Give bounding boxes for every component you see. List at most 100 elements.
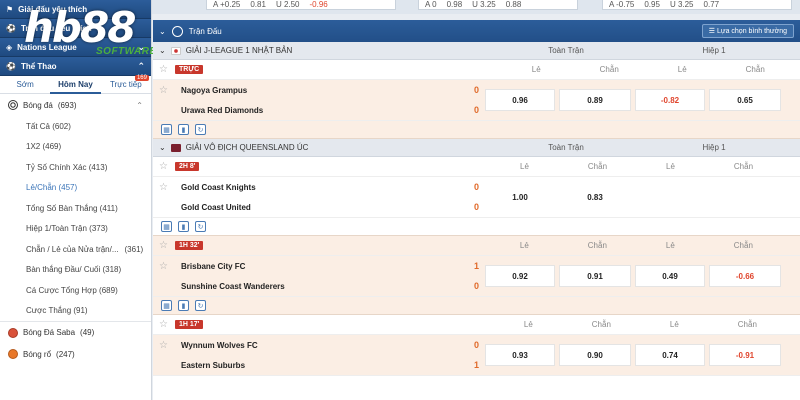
odds-h1-even[interactable]: 0.65 (709, 89, 781, 111)
odds-area: 0.96 0.89 -0.82 0.65 (483, 80, 800, 120)
col-first-half: Hiệp 1 (702, 143, 726, 152)
odds-h1-odd[interactable]: -0.82 (635, 89, 705, 111)
bet-type-mix-parlay[interactable]: Cá Cược Tổng Hợp (689) (0, 280, 151, 301)
match-row: ☆ Nagoya Grampus 0 Urawa Red Diamonds 0 … (153, 80, 800, 121)
bet-type-all[interactable]: Tất Cả (602) (0, 116, 151, 137)
odds-ft-even[interactable]: 0.91 (559, 265, 631, 287)
league-header[interactable]: ⌄ GIẢI VÔ ĐỊCH QUEENSLAND ÚC Toàn Trận H… (153, 139, 800, 157)
stats-icon[interactable]: ▦ (161, 221, 172, 232)
top-odds-card-3[interactable]: A -0.75 0.95 U 3.25 0.77 (602, 0, 792, 10)
star-icon[interactable]: ☆ (159, 64, 171, 75)
home-team-name: Nagoya Grampus (181, 85, 248, 95)
odds-ft-odd[interactable]: 0.96 (485, 89, 555, 111)
sport-label: Bóng Đá Saba (23, 328, 76, 337)
chart-icon[interactable]: ▮ (178, 300, 189, 311)
league-name-group: ⌄ GIẢI J-LEAGUE 1 NHẬT BẢN (153, 46, 493, 55)
match-status-row: ☆ 1H 17' Lẻ Chẵn Lẻ Chẵn (153, 315, 800, 335)
match-status-badge: 2H 8' (175, 162, 200, 171)
home-team-name: Brisbane City FC (181, 261, 246, 271)
star-icon[interactable]: ☆ (159, 261, 171, 272)
view-select-button[interactable]: ☰ Lựa chọn bình thường (701, 24, 794, 38)
time-tabs: Sớm Hôm Nay Trực tiếp 169 (0, 75, 151, 94)
sport-soccer[interactable]: Bóng đá (693) ⌃ (0, 94, 151, 116)
odds-value: 0.95 (644, 0, 660, 9)
league-header[interactable]: ⌄ GIẢI J-LEAGUE 1 NHẬT BẢN Toàn Trận Hiệ… (153, 42, 800, 60)
star-icon[interactable]: ☆ (159, 340, 171, 351)
odds-ft-odd[interactable]: 0.92 (485, 265, 555, 287)
chevron-down-icon: ⌄ (159, 46, 166, 55)
clock-icon (171, 25, 183, 37)
sport-basketball[interactable]: Bóng rổ (247) (0, 343, 151, 365)
home-score: 0 (473, 85, 479, 95)
col-full-match: Toàn Trận (548, 143, 584, 152)
odds-h1-even[interactable]: -0.66 (709, 265, 781, 287)
odds-ft-even[interactable]: 0.90 (559, 344, 631, 366)
col-odd: Lẻ (677, 65, 687, 74)
home-team-name: Wynnum Wolves FC (181, 340, 258, 350)
odds-area: 1.00 0.83 (483, 177, 800, 217)
home-team-row: ☆ Gold Coast Knights 0 (153, 177, 483, 197)
japan-flag-icon (170, 46, 181, 55)
odds-ft-even[interactable]: 0.83 (559, 186, 631, 208)
match-status-row: ☆ 1H 32' Lẻ Chẵn Lẻ Chẵn (153, 236, 800, 256)
col-even: Chẵn (733, 241, 753, 250)
top-odds-card-2[interactable]: A 0 0.98 U 3.25 0.88 (418, 0, 578, 10)
away-team-row: Sunshine Coast Wanderers 0 (153, 276, 483, 296)
bet-type-outright[interactable]: Cược Thắng (91) (0, 301, 151, 322)
home-team-row: ☆ Nagoya Grampus 0 (153, 80, 483, 100)
stats-icon[interactable]: ▦ (161, 124, 172, 135)
refresh-icon[interactable]: ↻ (195, 124, 206, 135)
bet-type-1x2[interactable]: 1X2 (469) (0, 137, 151, 158)
sport-count: (693) (57, 100, 77, 110)
odds-h1-odd[interactable]: 0.74 (635, 344, 705, 366)
odds-ft-odd[interactable]: 0.93 (485, 344, 555, 366)
chart-icon[interactable]: ▮ (178, 124, 189, 135)
tab-today[interactable]: Hôm Nay (50, 76, 101, 94)
odds-value: 0.81 (250, 0, 266, 9)
refresh-icon[interactable]: ↻ (195, 300, 206, 311)
match-status-badge: TRỰC (175, 65, 204, 74)
main-panel: ⌄ Trận Đấu ☰ Lựa chọn bình thường ⌄ GIẢI… (153, 20, 800, 400)
star-icon[interactable]: ☆ (159, 182, 171, 193)
page-title: Trận Đấu (188, 26, 222, 36)
odds-h1-even[interactable]: -0.91 (709, 344, 781, 366)
top-odds-card-1[interactable]: A +0.25 0.81 U 2.50 -0.96 (206, 0, 396, 10)
refresh-icon[interactable]: ↻ (195, 221, 206, 232)
star-icon[interactable]: ☆ (159, 85, 171, 96)
soccer-ball-icon (8, 100, 18, 110)
bet-type-correct-score[interactable]: Tỷ Số Chính Xác (413) (0, 157, 151, 178)
chart-icon[interactable]: ▮ (178, 221, 189, 232)
sidebar-header-label: Thể Thao (20, 61, 57, 71)
chevron-down-icon: ⌄ (159, 143, 166, 152)
star-icon[interactable]: ☆ (159, 161, 171, 172)
away-team-name: Sunshine Coast Wanderers (181, 281, 285, 291)
odds-h1-odd[interactable]: 0.49 (635, 265, 705, 287)
star-icon[interactable]: ☆ (159, 319, 171, 330)
chevron-down-icon[interactable]: ⌄ (159, 27, 166, 36)
odds-ft-odd[interactable]: 1.00 (485, 186, 555, 208)
home-score: 0 (473, 182, 479, 192)
match-tools: ▦ ▮ ↻ (153, 121, 800, 139)
bet-type-first-last-goal[interactable]: Bàn thắng Đầu/ Cuối (318) (0, 260, 151, 281)
col-full-match: Toàn Trận (548, 46, 584, 55)
match-teams: ☆ Nagoya Grampus 0 Urawa Red Diamonds 0 (153, 80, 483, 120)
bet-type-total-goals[interactable]: Tổng Số Bàn Thắng (411) (0, 198, 151, 219)
bet-type-ht-ft[interactable]: Hiệp 1/Toàn Trận (373) (0, 219, 151, 240)
brand-logo: hb88 SOFTWARE (24, 7, 156, 58)
tab-early[interactable]: Sớm (0, 80, 50, 89)
sport-saba-soccer[interactable]: Bóng Đá Saba (49) (0, 321, 151, 343)
bet-type-half-odd-even[interactable]: Chẵn / Lẻ của Nửa trận/... (361) (0, 239, 151, 260)
bet-type-odd-even[interactable]: Lẻ/Chẵn (457) (0, 178, 151, 199)
soccer-icon: ⚽ (6, 61, 16, 71)
col-even: Chẵn (745, 65, 765, 74)
away-score: 0 (473, 105, 479, 115)
away-team-row: Eastern Suburbs 1 (153, 355, 483, 375)
away-score: 0 (473, 202, 479, 212)
odds-value: -0.96 (309, 0, 328, 9)
odds-ft-even[interactable]: 0.89 (559, 89, 631, 111)
tab-live[interactable]: Trực tiếp 169 (101, 75, 151, 89)
stats-icon[interactable]: ▦ (161, 300, 172, 311)
basketball-icon (8, 349, 18, 359)
star-icon[interactable]: ☆ (159, 240, 171, 251)
sidebar-sports[interactable]: ⚽ Thể Thao ⌃ (0, 57, 151, 76)
